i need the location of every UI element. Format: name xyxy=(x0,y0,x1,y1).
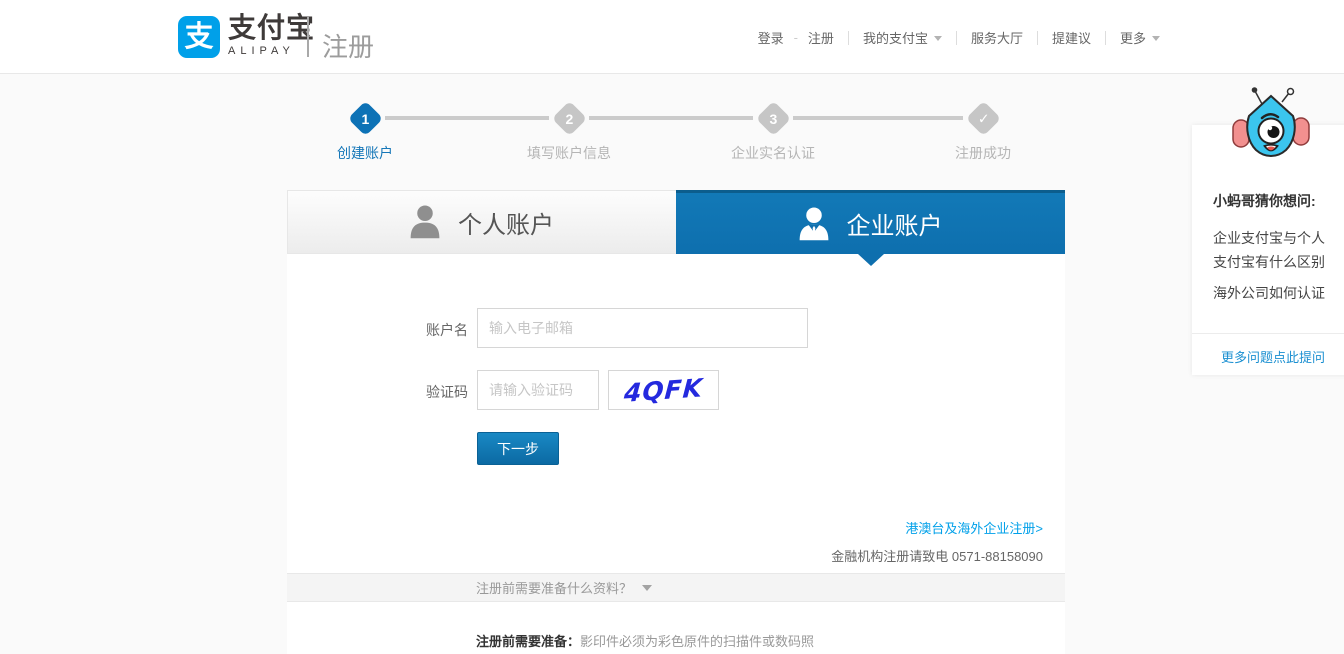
step-create-account: 1 创建账户 xyxy=(310,100,420,163)
nav-dash-separator: - xyxy=(793,30,798,45)
faq-question-difference[interactable]: 企业支付宝与个人支付宝有什么区别 xyxy=(1213,226,1329,274)
tab-label: 个人账户 xyxy=(458,211,554,239)
nav-more-link[interactable]: 更多 xyxy=(1120,28,1160,47)
next-step-button[interactable]: 下一步 xyxy=(477,432,559,465)
prepare-question-label: 注册前需要准备什么资料？ xyxy=(476,581,633,596)
chevron-down-icon xyxy=(642,585,653,596)
nav-feedback-link[interactable]: 提建议 xyxy=(1052,28,1091,47)
step-fill-info: 2 填写账户信息 xyxy=(514,100,624,163)
top-nav: 登录 - 注册 我的支付宝 服务大厅 提建议 更多 xyxy=(758,28,1160,47)
prepare-note: 注册前需要准备：影印件必须为彩色原件的扫描件或数码照 xyxy=(476,631,814,650)
faq-question-overseas[interactable]: 海外公司如何认证 xyxy=(1213,281,1329,305)
prepare-materials-accordion[interactable]: 注册前需要准备什么资料？ xyxy=(287,573,1065,602)
step-label: 填写账户信息 xyxy=(527,145,611,161)
active-tab-arrow xyxy=(857,254,884,266)
step-label: 创建账户 xyxy=(337,145,393,161)
step-enterprise-verify: 3 企业实名认证 xyxy=(718,100,828,163)
nav-separator xyxy=(955,30,957,45)
finance-phone-note: 金融机构注册请致电 0571-88158090 xyxy=(831,549,1043,564)
step-register-success: ✓ 注册成功 xyxy=(928,100,1038,163)
nav-separator xyxy=(847,30,849,45)
captcha-image[interactable]: 4QFK xyxy=(608,370,719,410)
nav-my-alipay-link[interactable]: 我的支付宝 xyxy=(863,28,942,47)
tab-personal-account[interactable]: 个人账户 xyxy=(287,190,676,254)
brand-wordmark: 支付宝 ALIPAY xyxy=(228,12,316,58)
account-email-input[interactable] xyxy=(477,308,808,348)
header: 支 支付宝 ALIPAY 注册 登录 - 注册 我的支付宝 服务大厅 提建议 更… xyxy=(0,0,1344,74)
captcha-label: 验证码 xyxy=(426,384,468,400)
captcha-input[interactable] xyxy=(477,370,599,410)
step-1-indicator: 1 xyxy=(347,100,383,136)
page-title: 注册 xyxy=(322,32,375,62)
brand-name-en: ALIPAY xyxy=(228,45,295,57)
step-4-check-indicator: ✓ xyxy=(965,100,1001,136)
nav-login-link[interactable]: 登录 xyxy=(758,28,784,47)
business-person-icon xyxy=(799,207,828,240)
overseas-register-link[interactable]: 港澳台及海外企业注册> xyxy=(905,518,1043,537)
tab-enterprise-account[interactable]: 企业账户 xyxy=(676,190,1065,266)
chevron-down-icon xyxy=(1152,36,1160,45)
registration-form-panel: 账户名 验证码 4QFK 下一步 港澳台及海外企业注册> 金融机构注册请致电 0… xyxy=(287,254,1065,654)
person-icon xyxy=(410,205,440,239)
nav-service-hall-link[interactable]: 服务大厅 xyxy=(971,28,1023,47)
step-2-indicator: 2 xyxy=(551,100,587,136)
step-label: 企业实名认证 xyxy=(731,145,815,161)
tab-label: 企业账户 xyxy=(846,213,943,240)
more-questions-link[interactable]: 更多问题点此提问 xyxy=(1221,347,1325,366)
logo-divider xyxy=(307,17,309,57)
account-type-tabs: 个人账户 企业账户 xyxy=(287,190,1065,266)
captcha-code-text: 4QFK xyxy=(623,372,704,408)
nav-register-link[interactable]: 注册 xyxy=(808,28,834,47)
nav-separator xyxy=(1104,30,1106,45)
robot-mascot-icon xyxy=(1232,87,1310,157)
divider xyxy=(1192,333,1344,334)
assistant-title: 小蚂哥猜你想问: xyxy=(1213,193,1316,209)
step-3-indicator: 3 xyxy=(755,100,791,136)
prepare-note-text: 影印件必须为彩色原件的扫描件或数码照 xyxy=(580,634,815,649)
prepare-note-title: 注册前需要准备： xyxy=(476,634,581,649)
alipay-logo-icon[interactable]: 支 xyxy=(178,16,220,58)
progress-steps: 1 创建账户 2 填写账户信息 3 企业实名认证 ✓ 注册成功 xyxy=(287,100,1065,163)
nav-separator xyxy=(1036,30,1038,45)
brand-name-cn: 支付宝 xyxy=(228,12,316,43)
step-label: 注册成功 xyxy=(955,145,1011,161)
account-name-label: 账户名 xyxy=(426,322,468,338)
chevron-down-icon xyxy=(933,36,942,45)
